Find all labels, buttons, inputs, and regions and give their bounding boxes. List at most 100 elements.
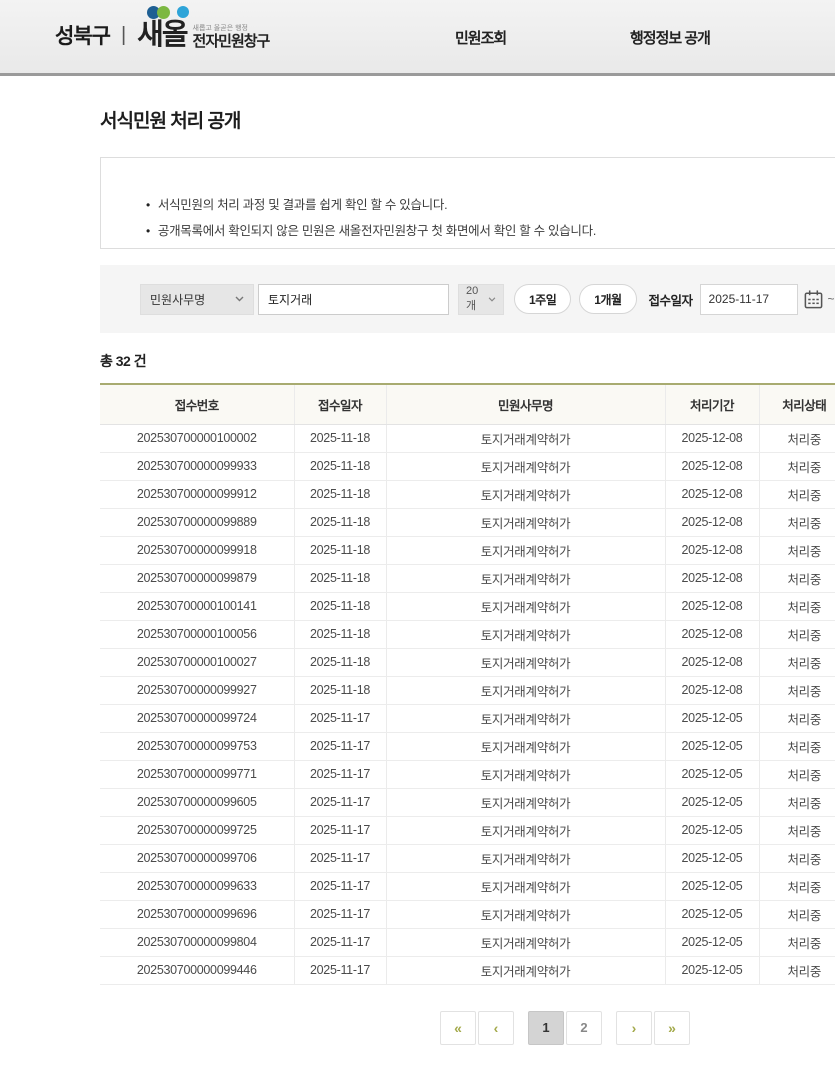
table-row[interactable]: 202530700000100027 2025-11-18 토지거래계약허가 2… xyxy=(100,648,835,676)
site-logo[interactable]: 성북구 | 새올 새롭고 올곧은 행정 전자민원창구 xyxy=(55,20,269,50)
cell-receipt-no: 202530700000099753 xyxy=(100,732,294,760)
cell-due-date: 2025-12-05 xyxy=(665,900,759,928)
table-row[interactable]: 202530700000099933 2025-11-18 토지거래계약허가 2… xyxy=(100,452,835,480)
cell-receipt-no: 202530700000099804 xyxy=(100,928,294,956)
receipt-date-label: 접수일자 xyxy=(649,290,693,309)
one-month-button[interactable]: 1개월 xyxy=(579,284,636,314)
cell-receipt-no: 202530700000100056 xyxy=(100,620,294,648)
cell-receipt-date: 2025-11-17 xyxy=(294,844,386,872)
logo-separator: | xyxy=(121,24,126,47)
table-row[interactable]: 202530700000099889 2025-11-18 토지거래계약허가 2… xyxy=(100,508,835,536)
pagination-page-1-button[interactable]: 1 xyxy=(528,1011,564,1045)
logo-brand-name: 새올 xyxy=(137,21,186,50)
cell-due-date: 2025-12-08 xyxy=(665,648,759,676)
cell-service-name: 토지거래계약허가 xyxy=(386,564,665,592)
cell-receipt-date: 2025-11-17 xyxy=(294,732,386,760)
cell-service-name: 토지거래계약허가 xyxy=(386,676,665,704)
nav-item-admin-info[interactable]: 행정정보 공개 xyxy=(630,27,710,48)
cell-due-date: 2025-12-08 xyxy=(665,508,759,536)
table-row[interactable]: 202530700000100002 2025-11-18 토지거래계약허가 2… xyxy=(100,424,835,452)
table-row[interactable]: 202530700000099771 2025-11-17 토지거래계약허가 2… xyxy=(100,760,835,788)
pagination-next-button[interactable]: › xyxy=(616,1011,652,1045)
cell-receipt-date: 2025-11-17 xyxy=(294,788,386,816)
cell-status: 처리중 xyxy=(759,844,835,872)
date-from-input[interactable] xyxy=(700,284,798,315)
table-row[interactable]: 202530700000099633 2025-11-17 토지거래계약허가 2… xyxy=(100,872,835,900)
cell-due-date: 2025-12-08 xyxy=(665,536,759,564)
cell-receipt-date: 2025-11-18 xyxy=(294,508,386,536)
cell-receipt-date: 2025-11-17 xyxy=(294,760,386,788)
cell-service-name: 토지거래계약허가 xyxy=(386,704,665,732)
pagination: « ‹ 1 2 › » xyxy=(100,1011,835,1045)
table-row[interactable]: 202530700000099927 2025-11-18 토지거래계약허가 2… xyxy=(100,676,835,704)
table-row[interactable]: 202530700000099696 2025-11-17 토지거래계약허가 2… xyxy=(100,900,835,928)
cell-service-name: 토지거래계약허가 xyxy=(386,648,665,676)
cell-service-name: 토지거래계약허가 xyxy=(386,480,665,508)
table-row[interactable]: 202530700000099918 2025-11-18 토지거래계약허가 2… xyxy=(100,536,835,564)
table-row[interactable]: 202530700000100141 2025-11-18 토지거래계약허가 2… xyxy=(100,592,835,620)
table-row[interactable]: 202530700000099706 2025-11-17 토지거래계약허가 2… xyxy=(100,844,835,872)
col-service-name: 민원사무명 xyxy=(386,384,665,424)
cell-service-name: 토지거래계약허가 xyxy=(386,732,665,760)
cell-receipt-no: 202530700000099696 xyxy=(100,900,294,928)
table-row[interactable]: 202530700000100056 2025-11-18 토지거래계약허가 2… xyxy=(100,620,835,648)
cell-service-name: 토지거래계약허가 xyxy=(386,816,665,844)
nav-item-minwon-lookup[interactable]: 민원조회 xyxy=(455,27,506,48)
notice-item: • 공개목록에서 확인되지 않은 민원은 새올전자민원창구 첫 화면에서 확인 … xyxy=(146,218,835,244)
cell-receipt-date: 2025-11-18 xyxy=(294,620,386,648)
cell-status: 처리중 xyxy=(759,704,835,732)
cell-service-name: 토지거래계약허가 xyxy=(386,508,665,536)
notice-box: • 서식민원의 처리 과정 및 결과를 쉽게 확인 할 수 있습니다. • 공개… xyxy=(100,157,835,249)
table-row[interactable]: 202530700000099724 2025-11-17 토지거래계약허가 2… xyxy=(100,704,835,732)
cell-status: 처리중 xyxy=(759,564,835,592)
cell-receipt-no: 202530700000100027 xyxy=(100,648,294,676)
logo-dots-icon xyxy=(147,6,189,19)
cell-receipt-date: 2025-11-18 xyxy=(294,648,386,676)
pagination-prev-button[interactable]: ‹ xyxy=(478,1011,514,1045)
table-row[interactable]: 202530700000099804 2025-11-17 토지거래계약허가 2… xyxy=(100,928,835,956)
cell-due-date: 2025-12-08 xyxy=(665,620,759,648)
cell-status: 처리중 xyxy=(759,480,835,508)
cell-service-name: 토지거래계약허가 xyxy=(386,536,665,564)
cell-due-date: 2025-12-05 xyxy=(665,788,759,816)
page-size-select[interactable]: 20개 xyxy=(458,284,504,315)
table-row[interactable]: 202530700000099725 2025-11-17 토지거래계약허가 2… xyxy=(100,816,835,844)
pagination-last-button[interactable]: » xyxy=(654,1011,690,1045)
date-range-tilde: ~ xyxy=(828,292,835,306)
cell-service-name: 토지거래계약허가 xyxy=(386,900,665,928)
logo-dot-green-icon xyxy=(157,6,170,19)
cell-status: 처리중 xyxy=(759,872,835,900)
main-content: 서식민원 처리 공개 • 서식민원의 처리 과정 및 결과를 쉽게 확인 할 수… xyxy=(100,106,835,1045)
minwon-list-table: 접수번호 접수일자 민원사무명 처리기간 처리상태 20253070000010… xyxy=(100,383,835,985)
table-row[interactable]: 202530700000099446 2025-11-17 토지거래계약허가 2… xyxy=(100,956,835,984)
logo-district-name: 성북구 xyxy=(55,20,110,50)
table-row[interactable]: 202530700000099879 2025-11-18 토지거래계약허가 2… xyxy=(100,564,835,592)
cell-receipt-no: 202530700000099724 xyxy=(100,704,294,732)
calendar-icon[interactable] xyxy=(803,289,824,310)
search-field-select[interactable]: 민원사무명 xyxy=(140,284,254,315)
table-row[interactable]: 202530700000099753 2025-11-17 토지거래계약허가 2… xyxy=(100,732,835,760)
search-filter-bar: 민원사무명 20개 1주일 1개월 접수일자 ~ xyxy=(100,265,835,333)
cell-due-date: 2025-12-08 xyxy=(665,424,759,452)
notice-text: 공개목록에서 확인되지 않은 민원은 새올전자민원창구 첫 화면에서 확인 할 … xyxy=(158,218,596,244)
cell-due-date: 2025-12-08 xyxy=(665,676,759,704)
bullet-icon: • xyxy=(146,192,150,218)
pagination-page-2-button[interactable]: 2 xyxy=(566,1011,602,1045)
cell-receipt-no: 202530700000100141 xyxy=(100,592,294,620)
table-row[interactable]: 202530700000099912 2025-11-18 토지거래계약허가 2… xyxy=(100,480,835,508)
cell-due-date: 2025-12-05 xyxy=(665,760,759,788)
cell-receipt-date: 2025-11-18 xyxy=(294,592,386,620)
cell-status: 처리중 xyxy=(759,816,835,844)
pagination-first-button[interactable]: « xyxy=(440,1011,476,1045)
cell-receipt-date: 2025-11-17 xyxy=(294,900,386,928)
table-body: 202530700000100002 2025-11-18 토지거래계약허가 2… xyxy=(100,424,835,984)
cell-receipt-no: 202530700000099706 xyxy=(100,844,294,872)
table-row[interactable]: 202530700000099605 2025-11-17 토지거래계약허가 2… xyxy=(100,788,835,816)
one-week-button[interactable]: 1주일 xyxy=(514,284,571,314)
cell-status: 처리중 xyxy=(759,592,835,620)
cell-receipt-no: 202530700000099927 xyxy=(100,676,294,704)
cell-due-date: 2025-12-05 xyxy=(665,872,759,900)
keyword-input[interactable] xyxy=(258,284,449,315)
cell-status: 처리중 xyxy=(759,676,835,704)
cell-receipt-date: 2025-11-17 xyxy=(294,872,386,900)
